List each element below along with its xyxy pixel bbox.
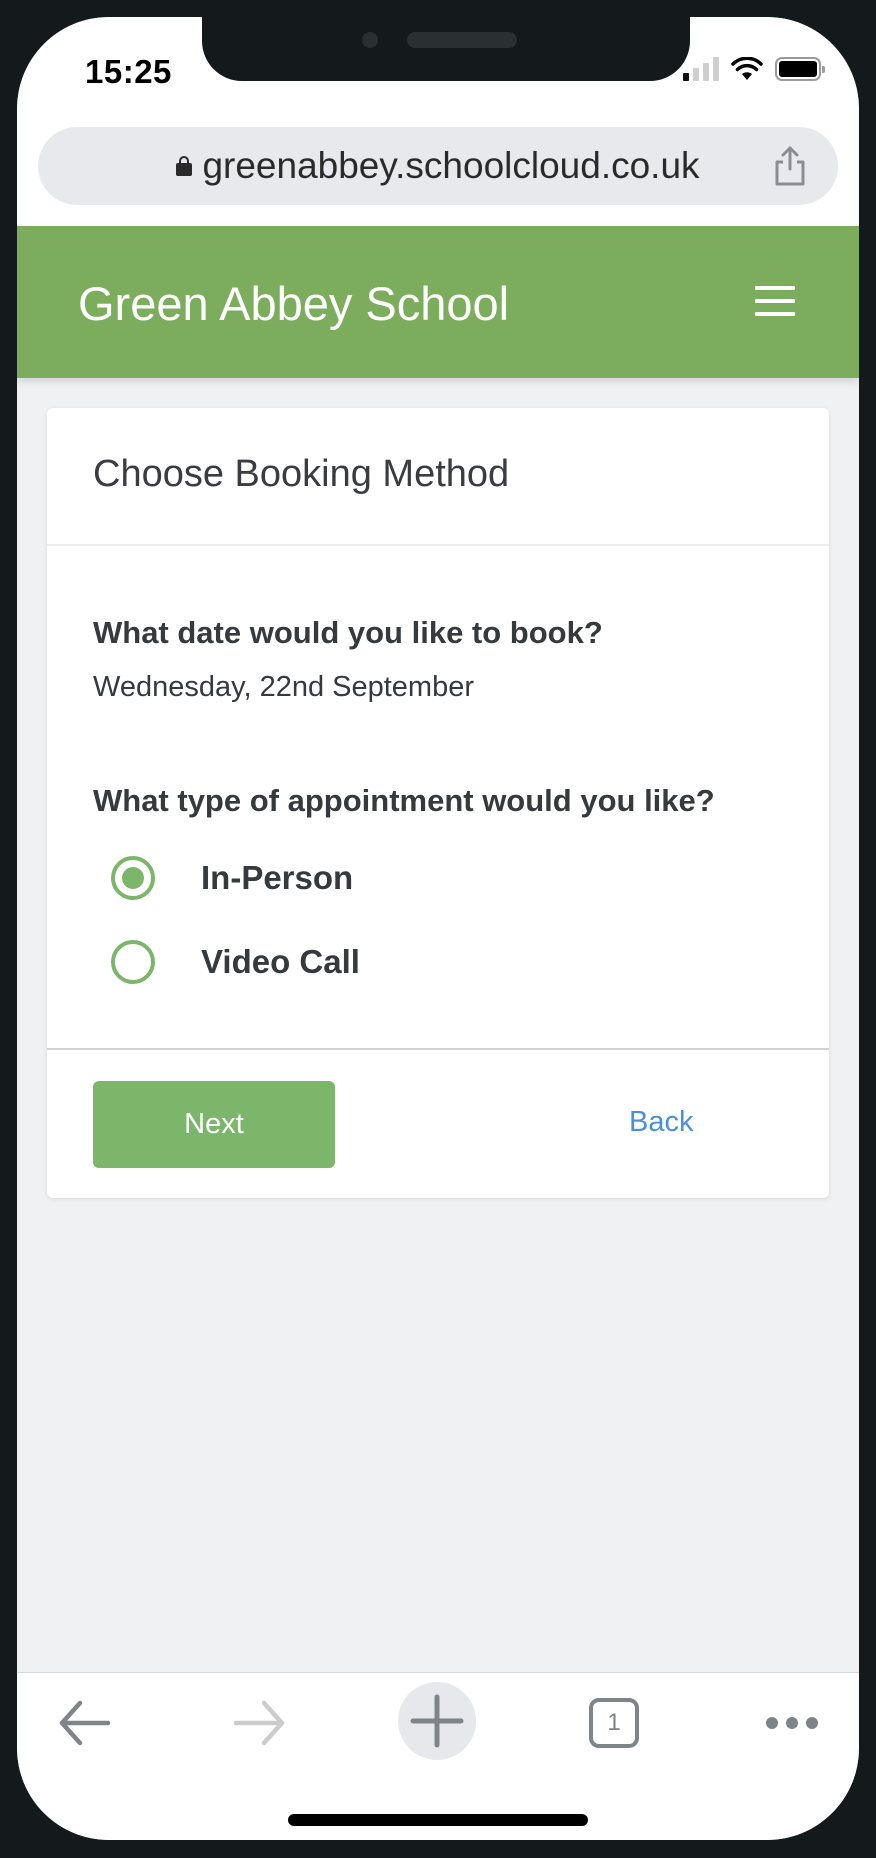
- card-title: Choose Booking Method: [93, 453, 510, 495]
- option-label[interactable]: Video Call: [201, 943, 360, 981]
- camera: [362, 32, 378, 48]
- next-button[interactable]: Next: [93, 1081, 335, 1168]
- date-value: Wednesday, 22nd September: [93, 671, 475, 703]
- url-text[interactable]: greenabbey.schoolcloud.co.uk: [202, 145, 699, 187]
- radio-video-call[interactable]: [111, 940, 155, 984]
- app-header: Green Abbey School: [17, 226, 859, 378]
- option-label[interactable]: In-Person: [201, 859, 353, 897]
- more-dots-icon: [766, 1717, 818, 1729]
- appointment-type-question: What type of appointment would you like?: [93, 783, 715, 818]
- option-in-person[interactable]: In-Person: [111, 856, 353, 900]
- radio-in-person[interactable]: [111, 856, 155, 900]
- divider: [47, 1048, 829, 1050]
- notch: [202, 17, 690, 81]
- address-bar[interactable]: greenabbey.schoolcloud.co.uk: [38, 127, 838, 205]
- share-icon[interactable]: [772, 145, 808, 187]
- arrow-right-icon: [233, 1700, 285, 1746]
- forward-button[interactable]: [220, 1683, 300, 1763]
- new-tab-button[interactable]: [398, 1682, 476, 1760]
- school-name[interactable]: Green Abbey School: [78, 276, 509, 331]
- home-indicator[interactable]: [288, 1814, 588, 1826]
- more-button[interactable]: [752, 1683, 832, 1763]
- booking-method-card: Choose Booking Method What date would yo…: [47, 408, 829, 1198]
- tabs-button[interactable]: 1: [574, 1683, 654, 1763]
- phone-frame: 15:25 greenabbey.schoolcloud.co.uk Green…: [0, 0, 876, 1858]
- plus-icon: [410, 1694, 464, 1748]
- screen: 15:25 greenabbey.schoolcloud.co.uk Green…: [17, 17, 859, 1840]
- hamburger-icon[interactable]: [755, 286, 795, 316]
- option-video-call[interactable]: Video Call: [111, 940, 360, 984]
- back-button[interactable]: [44, 1683, 124, 1763]
- back-link[interactable]: Back: [629, 1106, 693, 1139]
- battery-icon: [775, 57, 825, 81]
- lock-icon: [176, 156, 193, 176]
- speaker: [407, 32, 517, 48]
- wifi-icon: [731, 57, 763, 80]
- status-icons: [683, 57, 825, 81]
- date-question: What date would you like to book?: [93, 615, 603, 650]
- arrow-left-icon: [59, 1700, 111, 1746]
- divider: [47, 544, 829, 546]
- tab-count: 1: [589, 1698, 639, 1748]
- status-time: 15:25: [85, 53, 172, 90]
- signal-icon: [683, 57, 719, 81]
